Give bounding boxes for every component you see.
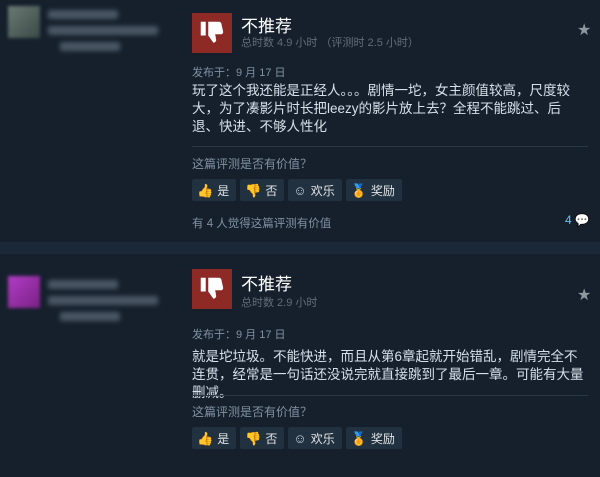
vote-yes-button[interactable]: 👍 是	[192, 179, 237, 201]
author-name-blurred[interactable]	[48, 10, 118, 19]
award-label: 奖励	[370, 431, 395, 446]
thumbs-up-icon: 👍	[197, 182, 214, 198]
author-info-blurred	[60, 312, 120, 321]
vote-no-label: 否	[265, 431, 278, 446]
posted-date: 发布于：9 月 17 日	[192, 67, 286, 79]
smiley-icon: ☺	[293, 182, 307, 198]
not-recommended-badge	[192, 13, 232, 53]
star-icon[interactable]: ★	[577, 285, 591, 305]
vote-funny-button[interactable]: ☺ 欢乐	[288, 179, 342, 201]
author-info-blurred	[48, 26, 158, 35]
posted-date: 发布于：9 月 17 日	[192, 329, 286, 341]
vote-no-button[interactable]: 👎 否	[240, 427, 285, 449]
vote-yes-button[interactable]: 👍 是	[192, 427, 237, 449]
review-verdict: 不推荐	[241, 275, 292, 294]
author-info-blurred	[60, 42, 120, 51]
comment-icon: 💬	[574, 213, 590, 227]
vote-no-button[interactable]: 👎 否	[240, 179, 285, 201]
author-avatar[interactable]	[8, 6, 40, 38]
thumbs-up-icon: 👍	[197, 430, 214, 446]
award-button[interactable]: 🏅 奖励	[345, 179, 402, 201]
thumbs-down-icon: 👎	[245, 182, 262, 198]
found-helpful-text: 有 4 人觉得这篇评测有价值	[192, 218, 332, 230]
vote-funny-label: 欢乐	[310, 431, 335, 446]
divider	[192, 395, 588, 396]
smiley-icon: ☺	[293, 430, 307, 446]
helpful-question: 这篇评测是否有价值？	[192, 405, 313, 419]
vote-no-label: 否	[265, 183, 278, 198]
thumbs-down-icon	[200, 21, 224, 43]
author-avatar[interactable]	[8, 276, 40, 308]
vote-funny-label: 欢乐	[310, 183, 335, 198]
playtime-text: 总时数 2.9 小时	[241, 297, 318, 309]
comment-count-link[interactable]: 4 💬	[565, 213, 590, 227]
vote-funny-button[interactable]: ☺ 欢乐	[288, 427, 342, 449]
star-icon[interactable]: ★	[577, 20, 591, 40]
thumbs-down-icon: 👎	[245, 430, 262, 446]
award-label: 奖励	[370, 183, 395, 198]
vote-buttons: 👍 是 👎 否 ☺ 欢乐 🏅 奖励	[192, 427, 402, 449]
not-recommended-badge	[192, 269, 232, 309]
review-body: 玩了这个我还能是正经人。。。剧情一坨，女主颜值较高，尺度较大，为了凑影片时长把l…	[192, 83, 570, 134]
thumbs-down-icon	[200, 277, 224, 299]
author-info-blurred	[48, 296, 158, 305]
vote-yes-label: 是	[217, 431, 230, 446]
divider	[192, 146, 588, 147]
review-separator	[0, 242, 600, 254]
vote-buttons: 👍 是 👎 否 ☺ 欢乐 🏅 奖励	[192, 179, 402, 201]
review-card: 不推荐 总时数 4.9 小时 （评测时 2.5 小时） ★ 发布于：9 月 17…	[0, 0, 600, 242]
author-name-blurred[interactable]	[48, 280, 118, 289]
award-icon: 🏅	[350, 430, 367, 446]
award-icon: 🏅	[350, 182, 367, 198]
review-body: 就是坨垃圾。不能快进，而且从第6章起就开始错乱，剧情完全不连贯，经常是一句话还没…	[192, 349, 584, 400]
helpful-question: 这篇评测是否有价值？	[192, 157, 313, 171]
award-button[interactable]: 🏅 奖励	[345, 427, 402, 449]
comment-count: 4	[565, 213, 572, 227]
playtime-text: 总时数 4.9 小时 （评测时 2.5 小时）	[241, 37, 419, 49]
vote-yes-label: 是	[217, 183, 230, 198]
